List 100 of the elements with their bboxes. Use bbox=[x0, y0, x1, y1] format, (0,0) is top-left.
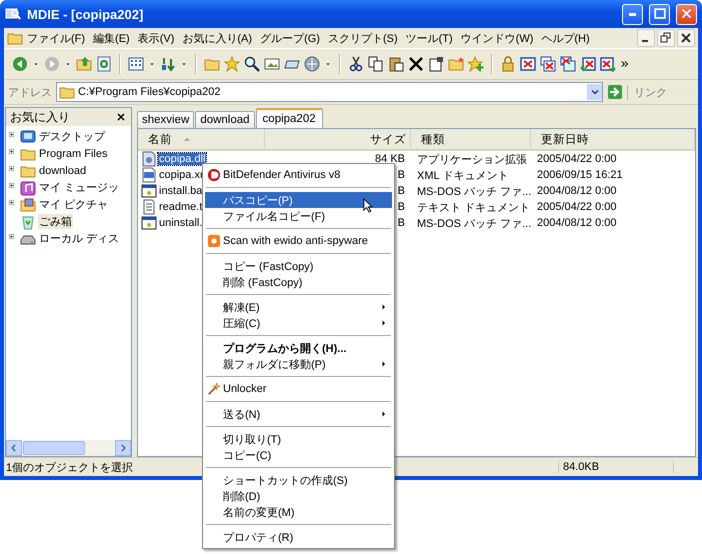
menu-item[interactable]: ファイル(F) bbox=[23, 30, 90, 46]
menu-item[interactable]: グループ(G) bbox=[256, 30, 324, 46]
menu-item[interactable]: 解凍(E) bbox=[205, 299, 392, 315]
file-size: B bbox=[398, 217, 405, 229]
menu-item[interactable]: ヘルプ(H) bbox=[537, 30, 594, 46]
menu-item[interactable]: ファイル名コピー(F) bbox=[205, 208, 392, 224]
menu-item[interactable]: 編集(E) bbox=[89, 30, 134, 46]
column-header[interactable]: 更新日時 bbox=[541, 132, 589, 146]
batch-file-icon bbox=[141, 183, 157, 199]
menu-item[interactable]: 削除(D) bbox=[205, 488, 392, 504]
scroll-left-button[interactable] bbox=[6, 440, 22, 456]
file-name[interactable]: copipa.dll bbox=[158, 153, 206, 165]
close-left-icon[interactable] bbox=[580, 56, 596, 72]
menu-item[interactable]: コピー(C) bbox=[205, 447, 392, 463]
restore-icon[interactable] bbox=[657, 29, 675, 47]
address-field[interactable]: C:¥Program Files¥copipa202 bbox=[56, 82, 603, 102]
file-name[interactable]: uninstall. bbox=[158, 217, 204, 229]
properties-icon[interactable] bbox=[428, 56, 444, 72]
batch-file-icon bbox=[141, 215, 157, 231]
paste-icon[interactable] bbox=[388, 56, 404, 72]
tree-item[interactable]: download bbox=[38, 164, 88, 176]
menu-item[interactable]: コピー (FastCopy) bbox=[205, 258, 392, 274]
file-date: 2005/04/22 0:00 bbox=[536, 153, 618, 165]
close-all-windows-icon[interactable] bbox=[540, 56, 556, 72]
menu-item[interactable]: パスコピー(P) bbox=[205, 192, 392, 208]
maximize-button[interactable] bbox=[649, 4, 670, 24]
close-right-icon[interactable] bbox=[600, 56, 616, 72]
file-date: 2004/08/12 0:00 bbox=[536, 185, 618, 197]
menu-item[interactable]: Unlocker bbox=[205, 381, 392, 397]
menu-item[interactable]: ショートカットの作成(S) bbox=[205, 472, 392, 488]
window-title: MDIE - [copipa202] bbox=[27, 6, 144, 22]
xml-file-icon bbox=[141, 167, 157, 183]
close-window-icon[interactable] bbox=[520, 56, 536, 72]
file-type: MS-DOS バッチ ファ... bbox=[416, 184, 531, 198]
status-size: 84.0KB bbox=[558, 461, 674, 473]
menu-item[interactable]: BitDefender Antivirus v8 bbox=[205, 167, 392, 183]
file-type: アプリケーション拡張 bbox=[416, 152, 528, 166]
copy-icon[interactable] bbox=[368, 56, 384, 72]
scissors-icon[interactable] bbox=[348, 56, 364, 72]
menu-item[interactable]: 削除 (FastCopy) bbox=[205, 274, 392, 290]
menu-item[interactable]: 送る(N) bbox=[205, 406, 392, 422]
panel-title: お気に入り bbox=[10, 108, 70, 126]
scrollbar-thumb[interactable] bbox=[23, 441, 85, 455]
column-header[interactable]: サイズ bbox=[370, 132, 406, 146]
pictures-folder-icon bbox=[20, 196, 36, 212]
menu-item[interactable]: プログラムから開く(H)... bbox=[205, 340, 392, 356]
globe-icon[interactable] bbox=[304, 56, 320, 72]
file-size: 84 KB bbox=[375, 153, 405, 165]
magic-wand-icon bbox=[207, 382, 221, 396]
menu-item[interactable]: スクリプト(S) bbox=[324, 30, 402, 46]
back-icon[interactable] bbox=[12, 56, 28, 72]
file-date: 2005/04/22 0:00 bbox=[536, 201, 618, 213]
up-arrow-icon[interactable] bbox=[76, 56, 92, 72]
tab[interactable]: download bbox=[195, 111, 255, 128]
dropdown-button[interactable] bbox=[587, 84, 602, 100]
menu-item[interactable]: 親フォルダに移動(P) bbox=[205, 356, 392, 372]
app-icon bbox=[5, 6, 21, 22]
menu-item[interactable]: お気に入り(A) bbox=[178, 30, 256, 46]
close-button[interactable] bbox=[676, 4, 697, 24]
close-other-windows-icon[interactable] bbox=[560, 56, 576, 72]
menu-item[interactable]: 切り取り(T) bbox=[205, 431, 392, 447]
tree-item[interactable]: ローカル ディス bbox=[38, 231, 120, 246]
view-grid-icon[interactable] bbox=[128, 56, 144, 72]
star-icon[interactable] bbox=[224, 56, 240, 72]
tab[interactable]: copipa202 bbox=[256, 108, 323, 128]
minimize-button[interactable] bbox=[622, 4, 643, 24]
image-icon[interactable] bbox=[264, 56, 280, 72]
close-icon[interactable] bbox=[677, 29, 695, 47]
links-label[interactable]: リンク bbox=[627, 84, 694, 100]
file-name[interactable]: readme.t bbox=[158, 201, 204, 213]
address-label: アドレス bbox=[8, 86, 52, 100]
tree-item[interactable]: ごみ箱 bbox=[38, 214, 73, 229]
menu-item[interactable]: Scan with ewido anti-spyware bbox=[205, 233, 392, 249]
maximize-icon bbox=[652, 7, 666, 21]
lock-icon[interactable] bbox=[500, 56, 516, 72]
search-icon[interactable] bbox=[244, 56, 260, 72]
recycle-bin-icon bbox=[20, 214, 36, 230]
tree-item[interactable]: デスクトップ bbox=[38, 129, 106, 144]
menu-item[interactable]: 名前の変更(M) bbox=[205, 504, 392, 520]
file-name[interactable]: install.ba bbox=[158, 185, 204, 197]
menu-item[interactable]: ツール(T) bbox=[402, 30, 457, 46]
close-icon[interactable] bbox=[115, 111, 127, 123]
scroll-right-button[interactable] bbox=[115, 440, 131, 456]
tree-item[interactable]: マイ ミュージッ bbox=[38, 180, 120, 195]
tab[interactable]: shexview bbox=[137, 111, 194, 128]
menu-item[interactable]: 圧縮(C) bbox=[205, 315, 392, 331]
minimize-icon[interactable] bbox=[637, 29, 655, 47]
menu-item[interactable]: プロパティ(R) bbox=[205, 529, 392, 545]
menu-item[interactable]: 表示(V) bbox=[134, 30, 178, 46]
column-header[interactable]: 名前 bbox=[148, 132, 172, 146]
submenu-arrow-icon bbox=[380, 359, 388, 369]
column-header[interactable]: 種類 bbox=[421, 132, 445, 146]
file-size: B bbox=[398, 169, 405, 181]
tree-item[interactable]: Program Files bbox=[38, 148, 108, 160]
menu-item[interactable]: ウインドウ(W) bbox=[456, 30, 538, 46]
delete-icon[interactable] bbox=[408, 56, 424, 72]
file-name[interactable]: copipa.xr bbox=[158, 169, 205, 181]
sort-icon[interactable] bbox=[160, 56, 176, 72]
tree-item[interactable]: マイ ピクチャ bbox=[38, 197, 110, 212]
file-type: テキスト ドキュメント bbox=[416, 200, 531, 214]
